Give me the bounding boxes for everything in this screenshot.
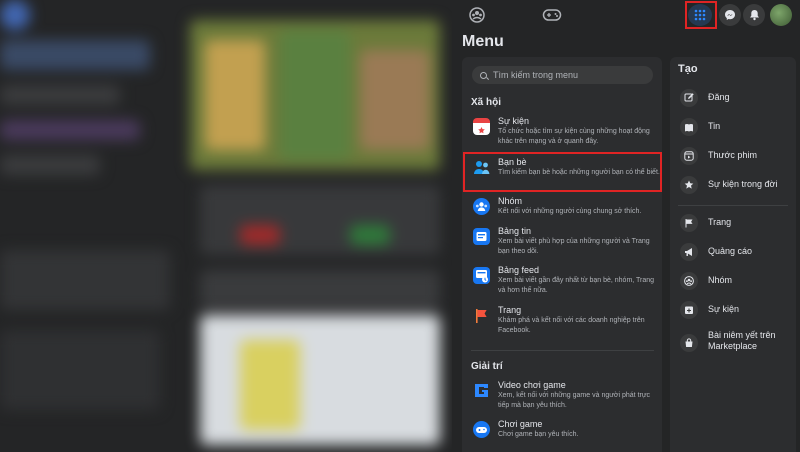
news-feed-icon (473, 228, 490, 245)
create-item-label: Tin (708, 121, 721, 131)
create-item-event[interactable]: Sự kiện (678, 301, 796, 321)
notifications-button[interactable] (743, 4, 765, 26)
marketplace-bag-icon (680, 334, 698, 352)
menu-item-pages[interactable]: Trang Khám phá và kết nối với các doanh … (470, 305, 658, 337)
section-social-heading: Xã hội (471, 97, 502, 108)
menu-search[interactable] (472, 66, 653, 84)
create-item-marketplace-listing[interactable]: Bài niêm yết trên Marketplace (678, 330, 796, 356)
create-item-post[interactable]: Đăng (678, 89, 796, 109)
search-input[interactable] (493, 70, 643, 80)
edit-icon (680, 89, 698, 107)
menu-item-title: Nhóm (498, 196, 523, 206)
menu-item-desc: Khám phá và kết nối với các doanh nghiệp… (498, 317, 645, 334)
create-item-group[interactable]: Nhóm (678, 272, 796, 292)
create-item-label: Trang (708, 217, 732, 227)
menu-item-desc: Chơi game bạn yêu thích. (498, 431, 579, 438)
menu-title: Menu (462, 33, 504, 50)
menu-item-groups[interactable]: Nhóm Kết nối với những người cùng chung … (470, 196, 658, 220)
gaming-icon[interactable] (540, 4, 564, 26)
menu-item-desc: Xem, kết nối với những game và người phá… (498, 392, 651, 409)
menu-item-gaming-video[interactable]: Video chơi game Xem, kết nối với những g… (470, 380, 658, 412)
blurred-news-feed (0, 0, 452, 452)
menu-item-play-games[interactable]: Chơi game Chơi game bạn yêu thích. (470, 419, 658, 443)
highlight-friends-item (463, 152, 662, 192)
megaphone-icon (680, 243, 698, 261)
menu-item-desc: Kết nối với những người cùng chung sở th… (498, 208, 642, 215)
groups-icon[interactable] (465, 4, 489, 26)
reels-icon (680, 147, 698, 165)
menu-item-title: Chơi game (498, 419, 543, 429)
create-item-label: Đăng (708, 92, 730, 102)
feeds-icon (473, 267, 490, 284)
menu-item-news-feed[interactable]: Bảng tin Xem bài viết phù hợp của những … (470, 226, 658, 258)
section-divider (471, 350, 654, 351)
menu-item-title: Trang (498, 305, 522, 315)
event-plus-icon (680, 301, 698, 319)
create-item-label: Nhóm (708, 275, 733, 285)
messenger-icon (725, 10, 735, 20)
create-item-label: Quảng cáo (708, 246, 753, 256)
highlight-menu-button (685, 1, 717, 29)
menu-item-title: Video chơi game (498, 380, 566, 390)
create-item-label: Sự kiện (708, 304, 740, 314)
section-entertainment-heading: Giải trí (471, 361, 503, 372)
create-item-ad[interactable]: Quảng cáo (678, 243, 796, 263)
create-item-reels[interactable]: Thước phim (678, 147, 796, 167)
create-divider (678, 205, 788, 206)
create-item-story[interactable]: Tin (678, 118, 796, 138)
create-item-life-event[interactable]: Sự kiện trong đời (678, 176, 796, 196)
menu-item-title: Bảng feed (498, 265, 540, 275)
group-icon (680, 272, 698, 290)
create-item-page[interactable]: Trang (678, 214, 796, 234)
menu-item-desc: Tổ chức hoặc tìm sự kiện cùng những hoạt… (498, 128, 650, 145)
star-icon (680, 176, 698, 194)
flag-icon (680, 214, 698, 232)
create-item-label: Thước phim (708, 150, 757, 160)
bell-icon (749, 10, 759, 21)
avatar[interactable] (770, 4, 792, 26)
book-icon (680, 118, 698, 136)
play-games-icon (473, 421, 490, 438)
menu-item-title: Bảng tin (498, 226, 532, 236)
menu-item-desc: Xem bài viết gần đây nhất từ bạn bè, nhó… (498, 277, 655, 294)
calendar-icon (473, 118, 490, 135)
gaming-video-icon (473, 382, 490, 399)
pages-flag-icon (473, 307, 490, 324)
menu-item-title: Sự kiện (498, 116, 530, 126)
search-icon (480, 71, 487, 79)
menu-item-feeds[interactable]: Bảng feed Xem bài viết gần đây nhất từ b… (470, 265, 658, 297)
screenshot: Menu Xã hội Sự kiện Tổ chức hoặc tìm sự … (0, 0, 800, 452)
menu-item-desc: Xem bài viết phù hợp của những người và … (498, 238, 650, 255)
section-create-heading: Tạo (678, 63, 698, 75)
create-item-label: Sự kiện trong đời (708, 179, 778, 189)
messenger-button[interactable] (719, 4, 741, 26)
menu-item-events[interactable]: Sự kiện Tổ chức hoặc tìm sự kiện cùng nh… (470, 116, 658, 148)
create-item-label: Bài niêm yết trên Marketplace (708, 330, 776, 351)
groups-icon (473, 198, 490, 215)
